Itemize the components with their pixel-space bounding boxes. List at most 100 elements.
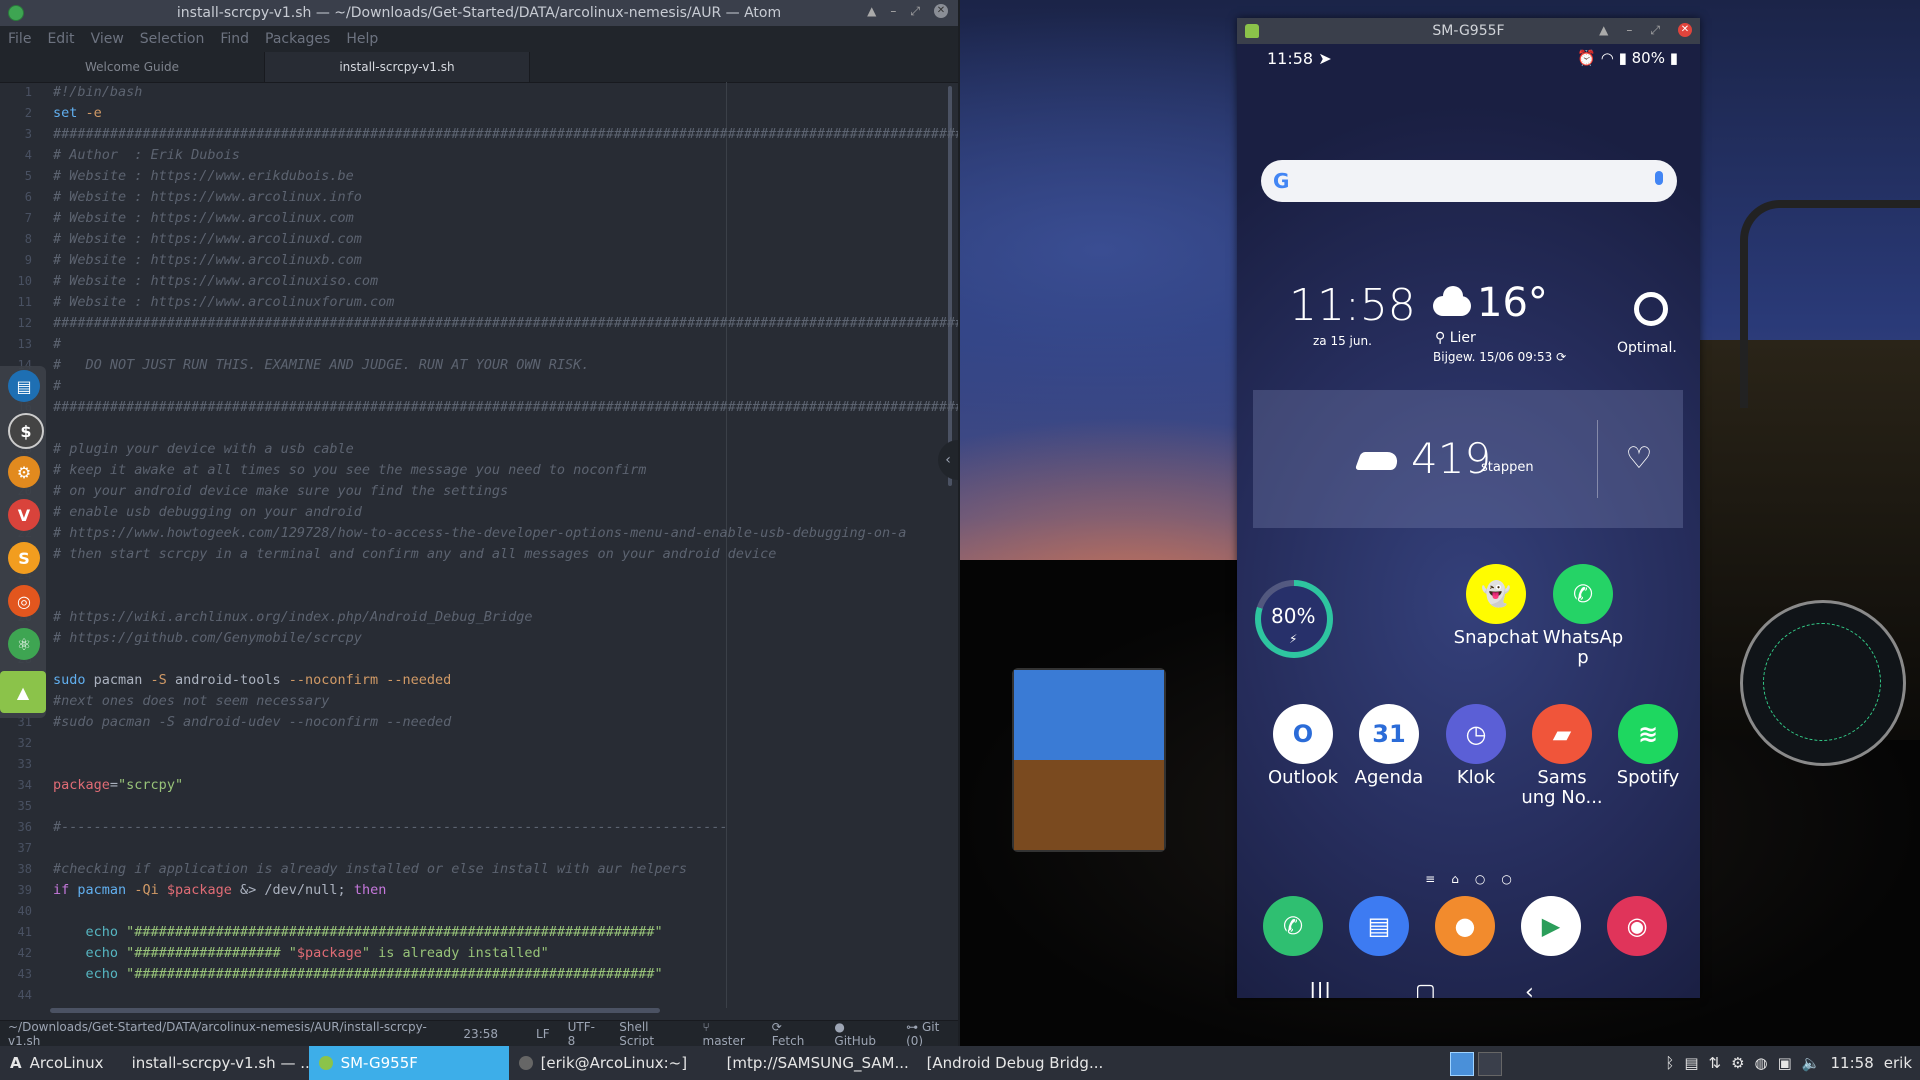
android-icon[interactable]: ▲ <box>0 671 46 713</box>
code-line[interactable]: 32 <box>0 733 958 754</box>
settings-icon[interactable]: ⚙ <box>8 456 40 488</box>
maximize-icon[interactable]: ⤢ <box>1650 23 1660 38</box>
microphone-icon[interactable] <box>1655 171 1663 185</box>
atom-titlebar[interactable]: install-scrcpy-v1.sh — ~/Downloads/Get-S… <box>0 0 958 26</box>
app-agenda[interactable]: 31 Agenda <box>1346 704 1432 788</box>
contacts-icon[interactable]: ● <box>1435 896 1495 956</box>
code-line[interactable]: 23# then start scrcpy in a terminal and … <box>0 544 958 565</box>
code-line[interactable]: 25 <box>0 586 958 607</box>
code-line[interactable]: 31 #sudo pacman -S android-udev --noconfi… <box>0 712 958 733</box>
code-line[interactable]: 9 # Website : https://www.arcolinuxb.com <box>0 250 958 271</box>
app-outlook[interactable]: O Outlook <box>1260 704 1346 788</box>
code-line[interactable]: 15# <box>0 376 958 397</box>
code-line[interactable]: 3 #######################################… <box>0 124 958 145</box>
phone-screen[interactable]: 11:58 ➤ ⏰ ◠ ▮ 80% ▮ G 11:58 za 15 jun. 1… <box>1237 44 1700 998</box>
app-sams-ung-no...[interactable]: ▰ Sams ung No... <box>1519 704 1605 808</box>
status-github[interactable]: ● GitHub <box>834 1020 888 1048</box>
taskbar-window-item[interactable]: [mtp://SAMSUNG_SAM... <box>709 1046 909 1080</box>
code-line[interactable]: 24 <box>0 565 958 586</box>
status-encoding[interactable]: UTF-8 <box>568 1020 602 1048</box>
menu-item-view[interactable]: View <box>91 31 124 47</box>
code-line[interactable]: 8 # Website : https://www.arcolinuxd.com <box>0 229 958 250</box>
file-manager-icon[interactable]: ▤ <box>8 370 40 402</box>
code-line[interactable]: 28 <box>0 649 958 670</box>
app-spotify[interactable]: ≋ Spotify <box>1605 704 1691 788</box>
update-icon[interactable]: ◍ <box>1755 1054 1768 1072</box>
network-icon[interactable]: ⇅ <box>1709 1054 1722 1072</box>
taskbar-clock[interactable]: 11:58 <box>1831 1054 1874 1072</box>
desktop-pager[interactable] <box>1450 1052 1502 1076</box>
status-git[interactable]: ⊶ Git (0) <box>906 1020 958 1048</box>
app-whatsap-p[interactable]: ✆ WhatsAp p <box>1540 564 1626 668</box>
keep-above-icon[interactable]: ▲ <box>1599 23 1608 38</box>
messages-icon[interactable]: ▤ <box>1349 896 1409 956</box>
phone-icon[interactable]: ✆ <box>1263 896 1323 956</box>
menu-item-find[interactable]: Find <box>220 31 249 47</box>
clock-widget-time[interactable]: 11:58 <box>1289 280 1416 331</box>
code-line[interactable]: 44 <box>0 985 958 1006</box>
vivaldi-icon[interactable]: V <box>8 499 40 531</box>
code-line[interactable]: 16######################################… <box>0 397 958 418</box>
home-icon[interactable]: ▢ <box>1415 980 1436 998</box>
firefox-icon[interactable]: ◎ <box>8 585 40 617</box>
horizontal-scrollbar[interactable] <box>50 1008 660 1013</box>
code-line[interactable]: 37 <box>0 838 958 859</box>
code-line[interactable]: 4 # Author : Erik Dubois <box>0 145 958 166</box>
code-line[interactable]: 41 echo "###############################… <box>0 922 958 943</box>
code-line[interactable]: 20# on your android device make sure you… <box>0 481 958 502</box>
code-line[interactable]: 43 echo "###############################… <box>0 964 958 985</box>
settings-icon[interactable]: ⚙ <box>1731 1054 1744 1072</box>
minimize-icon[interactable]: – <box>890 4 896 19</box>
status-file-path[interactable]: ~/Downloads/Get-Started/DATA/arcolinux-n… <box>8 1020 441 1048</box>
code-line[interactable]: 42 echo "################## "$package" i… <box>0 943 958 964</box>
weather-temperature[interactable]: 16° <box>1477 280 1548 326</box>
heart-rate-icon[interactable]: ♡ <box>1623 444 1655 474</box>
volume-icon[interactable]: 🔈 <box>1802 1054 1821 1072</box>
taskbar-window-item[interactable]: install-scrcpy-v1.sh — ... <box>114 1046 315 1080</box>
bluetooth-icon[interactable]: ᛒ <box>1665 1054 1674 1072</box>
code-line[interactable]: 27# https://github.com/Genymobile/scrcpy <box>0 628 958 649</box>
app-snapchat[interactable]: 👻 Snapchat <box>1453 564 1539 648</box>
code-line[interactable]: 13 # <box>0 334 958 355</box>
scrcpy-titlebar[interactable]: SM-G955F ▲ – ⤢ ✕ <box>1237 18 1700 44</box>
code-line[interactable]: 39 if pacman -Qi $package &> /dev/null; t… <box>0 880 958 901</box>
tab-welcome-guide[interactable]: Welcome Guide <box>0 52 265 82</box>
status-cursor-position[interactable]: 23:58 <box>463 1027 498 1041</box>
code-line[interactable]: 21# enable usb debugging on your android <box>0 502 958 523</box>
code-line[interactable]: 12 ######################################… <box>0 313 958 334</box>
code-line[interactable]: 18# plugin your device with a usb cable <box>0 439 958 460</box>
code-line[interactable]: 36 #-------------------------------------… <box>0 817 958 838</box>
back-icon[interactable]: ‹ <box>1525 980 1534 998</box>
code-line[interactable]: 22# https://www.howtogeek.com/129728/how… <box>0 523 958 544</box>
atom-icon[interactable]: ⚛ <box>8 628 40 660</box>
play-store-icon[interactable]: ▶ <box>1521 896 1581 956</box>
status-grammar[interactable]: Shell Script <box>619 1020 684 1048</box>
minimize-icon[interactable]: – <box>1626 23 1632 38</box>
code-line[interactable]: 7 # Website : https://www.arcolinux.com <box>0 208 958 229</box>
keep-above-icon[interactable]: ▲ <box>867 4 876 19</box>
code-line[interactable]: 1 #!/bin/bash <box>0 82 958 103</box>
menu-item-edit[interactable]: Edit <box>47 31 74 47</box>
samsung-health-widget[interactable]: 419 stappen ♡ <box>1253 390 1683 528</box>
close-icon[interactable]: ✕ <box>1678 23 1692 37</box>
taskbar-window-item[interactable]: [erik@ArcoLinux:~] <box>509 1046 709 1080</box>
taskbar-window-item[interactable]: SM-G955F <box>308 1046 509 1080</box>
camera-icon[interactable]: ◉ <box>1607 896 1667 956</box>
code-line[interactable]: 11 # Website : https://www.arcolinuxforum… <box>0 292 958 313</box>
taskbar-window-item[interactable]: [Android Debug Bridg... <box>909 1046 1109 1080</box>
code-line[interactable]: 33 <box>0 754 958 775</box>
terminal-icon[interactable]: $ <box>8 413 44 449</box>
display-icon[interactable]: ▣ <box>1778 1054 1792 1072</box>
device-care-icon[interactable] <box>1634 292 1668 326</box>
code-line[interactable]: 34 package="scrcpy" <box>0 775 958 796</box>
status-fetch[interactable]: ⟳ Fetch <box>772 1020 817 1048</box>
code-line[interactable]: 10 # Website : https://www.arcolinuxiso.c… <box>0 271 958 292</box>
app-klok[interactable]: ◷ Klok <box>1433 704 1519 788</box>
code-line[interactable]: 40 <box>0 901 958 922</box>
taskbar-user[interactable]: erik <box>1884 1054 1912 1072</box>
sublime-icon[interactable]: S <box>8 542 40 574</box>
clipboard-icon[interactable]: ▤ <box>1684 1054 1698 1072</box>
menu-item-help[interactable]: Help <box>346 31 378 47</box>
recents-icon[interactable]: ||| <box>1309 980 1331 998</box>
code-line[interactable]: 35 <box>0 796 958 817</box>
